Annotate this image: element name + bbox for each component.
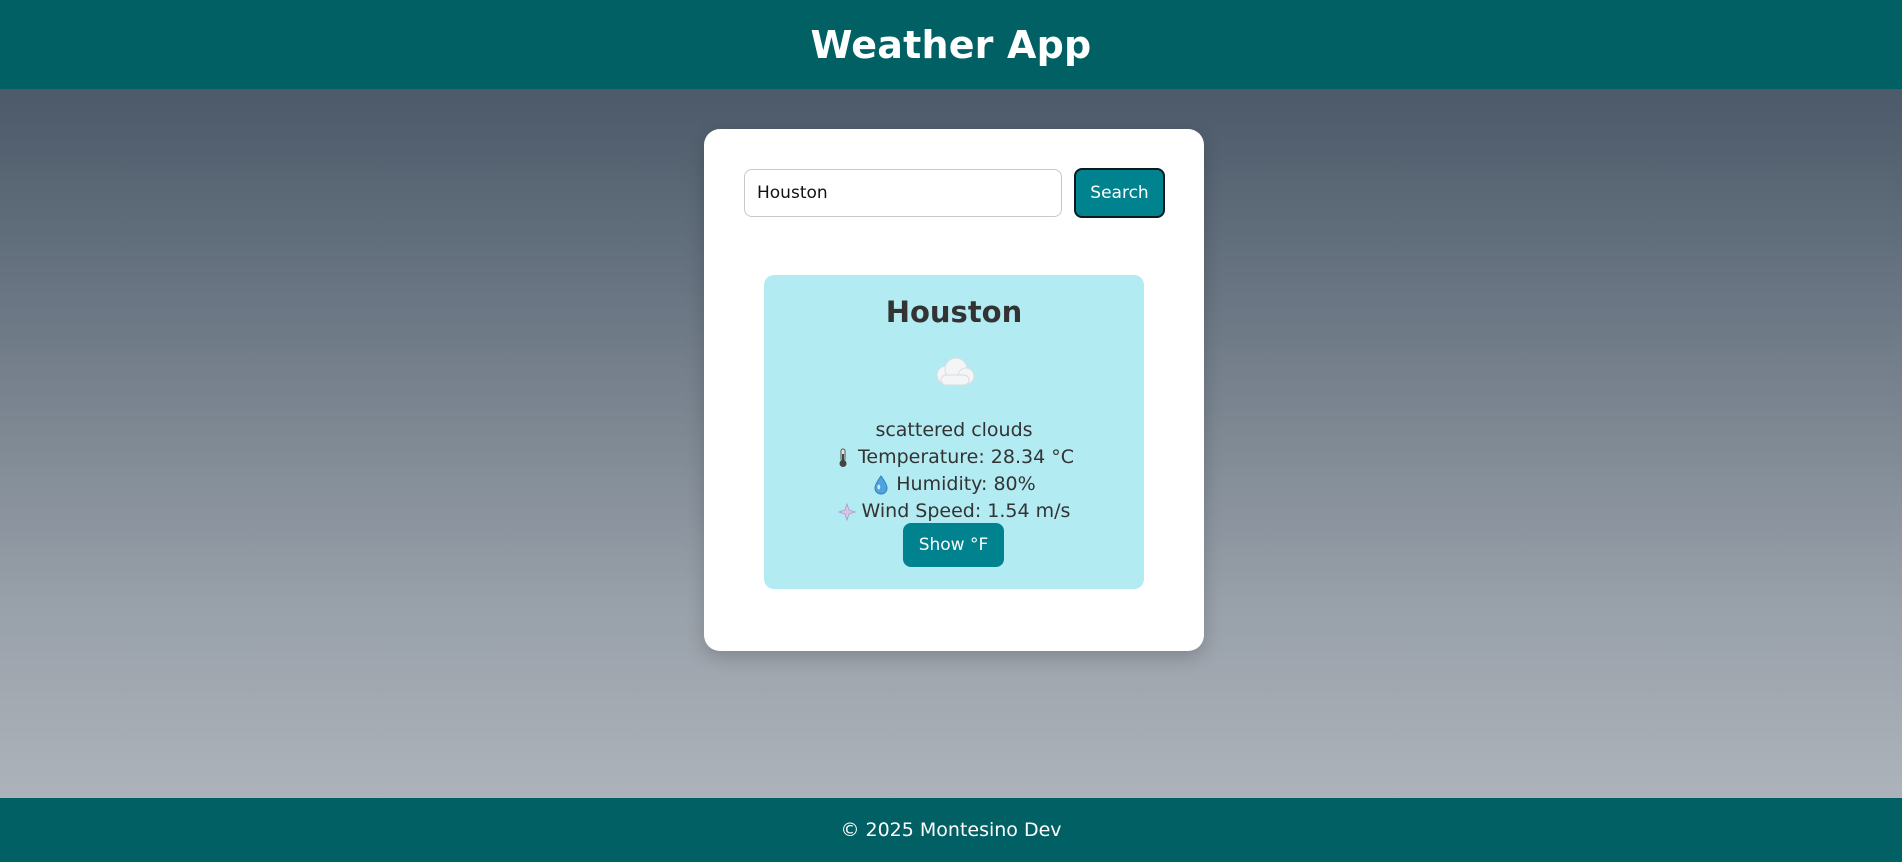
humidity-value: Humidity: 80% bbox=[896, 473, 1036, 495]
weather-details: scattered clouds Temperature: 28.34 °C H… bbox=[764, 417, 1144, 525]
wind-row: Wind Speed: 1.54 m/s bbox=[764, 498, 1144, 525]
thermometer-icon bbox=[834, 447, 852, 469]
weather-description-row: scattered clouds bbox=[764, 417, 1144, 444]
wind-speed-value: Wind Speed: 1.54 m/s bbox=[861, 500, 1071, 522]
wind-icon bbox=[837, 501, 856, 523]
temperature-row: Temperature: 28.34 °C bbox=[764, 444, 1144, 471]
city-name: Houston bbox=[885, 295, 1023, 329]
weather-card: Houston scattered clouds Temperature: 28… bbox=[764, 275, 1144, 589]
app-header: Weather App bbox=[0, 0, 1902, 89]
humidity-row: Humidity: 80% bbox=[764, 471, 1144, 498]
footer-copyright: © 2025 Montesino Dev bbox=[840, 819, 1062, 841]
droplet-icon bbox=[872, 474, 890, 496]
search-button[interactable]: Search bbox=[1074, 168, 1165, 218]
cloud-icon bbox=[936, 357, 975, 386]
city-search-input[interactable] bbox=[744, 169, 1062, 217]
weather-description: scattered clouds bbox=[875, 419, 1033, 441]
main-card: Search Houston scattered clouds bbox=[704, 129, 1204, 651]
unit-toggle-button[interactable]: Show °F bbox=[903, 523, 1004, 567]
app-footer: © 2025 Montesino Dev bbox=[0, 798, 1902, 862]
temperature-value: Temperature: 28.34 °C bbox=[858, 446, 1074, 468]
app-title: Weather App bbox=[810, 22, 1092, 67]
